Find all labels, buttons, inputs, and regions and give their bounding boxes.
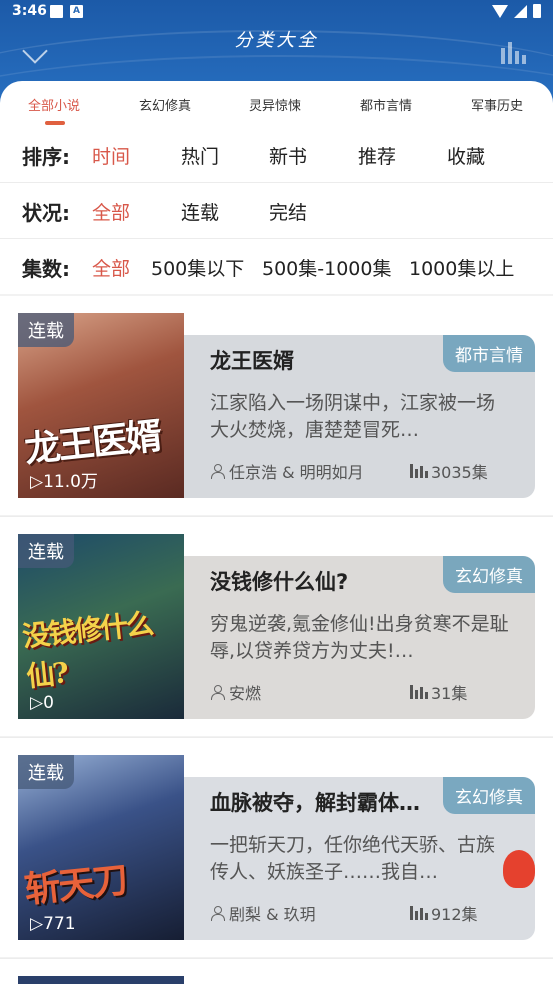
play-count: ▷0: [30, 693, 54, 713]
play-count: ▷771: [30, 914, 76, 934]
author-names: 任京浩 & 明明如月: [229, 463, 364, 482]
book-description: 穷鬼逆袭,氪金修仙!出身贫寒不是耻辱,以贷养贷方为丈夫!…: [210, 613, 509, 662]
page-title: 分类大全: [234, 30, 319, 51]
bars-icon: [410, 685, 428, 699]
a-notification-icon: A: [70, 5, 83, 18]
episode-count-row: 31集: [410, 680, 467, 704]
notification-icon: [50, 5, 63, 18]
battery-icon: [533, 4, 541, 18]
book-info[interactable]: 玄幻修真 没钱修什么仙? 穷鬼逆袭,氪金修仙!出身贫寒不是耻辱,以贷养贷方为丈夫…: [184, 556, 535, 719]
book-title: 血脉被夺，解封霸体…: [210, 791, 420, 815]
episodes-filter: 集数: 全部 500集以下 500集-1000集 1000集以上: [0, 239, 553, 294]
sort-option-recommend[interactable]: 推荐: [358, 142, 396, 169]
mascot-icon[interactable]: [503, 850, 535, 888]
episode-count-row: 3035集: [410, 459, 488, 483]
status-badge: 连载: [18, 755, 74, 789]
category-badge: 玄幻修真: [443, 777, 535, 814]
signal-icon: [514, 4, 527, 18]
play-count: ▷11.0万: [30, 472, 98, 492]
status-option-ongoing[interactable]: 连载: [181, 198, 219, 225]
author-row: 安燃: [210, 680, 261, 704]
book-title: 没钱修什么仙?: [210, 570, 349, 594]
episodes-option-all[interactable]: 全部: [92, 254, 130, 281]
chart-icon[interactable]: [501, 42, 529, 64]
category-badge: 都市言情: [443, 335, 535, 372]
episodes-label: 集数:: [22, 257, 70, 281]
tab-lingyi[interactable]: 灵异惊悚: [249, 95, 301, 114]
user-icon: [210, 905, 225, 921]
user-icon: [210, 684, 225, 700]
book-description: 江家陷入一场阴谋中，江家被一场大火焚烧，唐楚楚冒死…: [210, 392, 496, 441]
sort-option-new[interactable]: 新书: [269, 142, 307, 169]
tab-junshi[interactable]: 军事历史: [471, 95, 523, 114]
episodes-option-under-500[interactable]: 500集以下: [151, 254, 244, 281]
book-description: 一把斩天刀，任你绝代天骄、古族传人、妖族圣子……我自…: [210, 834, 496, 883]
sort-option-favorite[interactable]: 收藏: [447, 142, 485, 169]
episode-count: 912集: [431, 905, 478, 924]
episodes-option-over-1000[interactable]: 1000集以上: [409, 254, 514, 281]
tab-xuanhuan[interactable]: 玄幻修真: [139, 95, 191, 114]
book-card[interactable]: 龙王医婿 连载 ▷11.0万 都市言情 龙王医婿 江家陷入一场阴谋中，江家被一场…: [0, 296, 553, 515]
author-row: 剧梨 & 玖玥: [210, 901, 316, 925]
author-row: 任京浩 & 明明如月: [210, 459, 364, 483]
tab-dushi[interactable]: 都市言情: [360, 95, 412, 114]
book-info[interactable]: 玄幻修真 血脉被夺，解封霸体… 一把斩天刀，任你绝代天骄、古族传人、妖族圣子………: [184, 777, 535, 940]
sort-option-hot[interactable]: 热门: [181, 142, 219, 169]
user-icon: [210, 463, 225, 479]
book-cover[interactable]: [18, 976, 184, 984]
author-names: 安燃: [229, 684, 262, 703]
cover-title: 龙王医婿: [22, 414, 163, 471]
book-card[interactable]: 斩天刀 连载 ▷771 玄幻修真 血脉被夺，解封霸体… 一把斩天刀，任你绝代天骄…: [0, 738, 553, 957]
episodes-option-500-1000[interactable]: 500集-1000集: [262, 254, 391, 281]
episode-count: 3035集: [431, 463, 488, 482]
author-names: 剧梨 & 玖玥: [229, 905, 316, 924]
category-badge: 玄幻修真: [443, 556, 535, 593]
bars-icon: [410, 906, 428, 920]
status-option-complete[interactable]: 完结: [269, 198, 307, 225]
status-option-all[interactable]: 全部: [92, 198, 130, 225]
book-cover[interactable]: 斩天刀 连载 ▷771: [18, 755, 184, 940]
book-cover[interactable]: 龙王医婿 连载 ▷11.0万: [18, 313, 184, 498]
sort-option-time[interactable]: 时间: [92, 142, 130, 169]
sort-label: 排序:: [22, 145, 70, 169]
book-card[interactable]: [0, 959, 553, 984]
wifi-icon: [492, 4, 508, 18]
cover-title: 斩天刀: [22, 858, 129, 912]
status-time: 3:46: [12, 3, 47, 19]
sort-filter: 排序: 时间 热门 新书 推荐 收藏: [0, 127, 553, 182]
status-badge: 连载: [18, 313, 74, 347]
status-label: 状况:: [22, 201, 70, 225]
episode-count-row: 912集: [410, 901, 478, 925]
category-tabs: 全部小说 玄幻修真 灵异惊悚 都市言情 军事历史: [0, 81, 553, 127]
book-title: 龙王医婿: [210, 349, 294, 373]
book-card[interactable]: 没钱修什么仙? 连载 ▷0 玄幻修真 没钱修什么仙? 穷鬼逆袭,氪金修仙!出身贫…: [0, 517, 553, 736]
tab-all[interactable]: 全部小说: [28, 95, 80, 114]
status-bar: 3:46 A: [0, 0, 553, 24]
book-cover[interactable]: 没钱修什么仙? 连载 ▷0: [18, 534, 184, 719]
bars-icon: [410, 464, 428, 478]
status-badge: 连载: [18, 534, 74, 568]
episode-count: 31集: [431, 684, 468, 703]
cover-title: 没钱修什么仙?: [20, 606, 154, 694]
tab-indicator: [45, 121, 65, 125]
book-info[interactable]: 都市言情 龙王医婿 江家陷入一场阴谋中，江家被一场大火焚烧，唐楚楚冒死… 任京浩…: [184, 335, 535, 498]
status-filter: 状况: 全部 连载 完结: [0, 183, 553, 238]
